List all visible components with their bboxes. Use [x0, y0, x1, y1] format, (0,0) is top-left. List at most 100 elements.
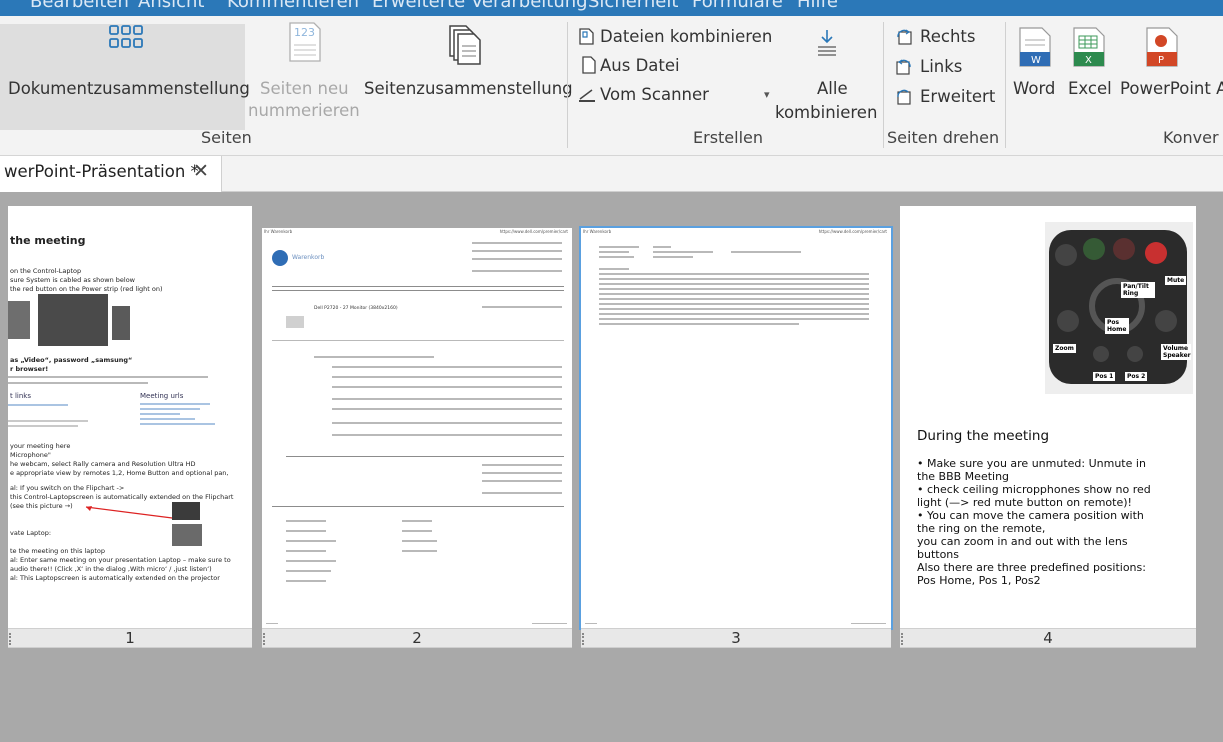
- remote-label-poshome: Pos Home: [1105, 318, 1129, 334]
- page-thumbnail-4[interactable]: Mute Pan/Tilt Ring Pos Home Zoom Volume …: [900, 206, 1196, 628]
- page2-line: [332, 434, 562, 436]
- page1-link: [8, 420, 88, 422]
- menu-formulare[interactable]: Formulare: [692, 0, 783, 12]
- menu-kommentieren[interactable]: Kommentieren: [227, 0, 359, 12]
- page1-text-line: as „Video“, password „samsung“: [10, 356, 133, 364]
- convert-powerpoint-button[interactable]: PowerPoint A: [1120, 78, 1223, 100]
- combine-files-icon: [579, 28, 594, 45]
- page2-rule: [272, 290, 564, 291]
- seiten-neu-nummerieren-label-2[interactable]: nummerieren: [248, 100, 360, 122]
- page-number-bar-2[interactable]: 2: [262, 628, 572, 648]
- rotate-erweitert-button[interactable]: Erweitert: [920, 86, 995, 108]
- page1-text-line: vate Laptop:: [10, 529, 52, 537]
- page1-text-line: sure System is cabled as shown below: [10, 276, 135, 284]
- menu-ansicht[interactable]: Ansicht: [138, 0, 204, 12]
- page1-link: [8, 404, 68, 406]
- page2-line: [332, 398, 562, 400]
- page3-header-left: Ihr Warenkorb: [583, 229, 612, 234]
- page1-link: [140, 403, 210, 405]
- page2-line: [286, 550, 326, 552]
- page1-link: [8, 425, 78, 427]
- page-thumbnail-2[interactable]: Ihr Warenkorb https://www.dell.com/premi…: [262, 228, 572, 628]
- page2-line: [482, 464, 562, 466]
- page2-line: [482, 306, 562, 308]
- menu-sicherheit[interactable]: Sicherheit: [588, 0, 678, 12]
- page2-line: [482, 492, 562, 494]
- page2-brand: Warenkorb: [292, 254, 325, 261]
- menu-erweiterte-verarbeitung[interactable]: Erweiterte Verarbeitung: [372, 0, 588, 12]
- seiten-neu-nummerieren-label-1[interactable]: Seiten neu: [260, 78, 349, 100]
- page2-line: [472, 258, 562, 260]
- page4-bullet-line: Also there are three predefined position…: [917, 561, 1146, 574]
- page2-rule: [286, 456, 564, 457]
- remote-label-zoom: Zoom: [1053, 344, 1076, 353]
- page3-line: [599, 323, 799, 325]
- convert-word-button[interactable]: Word: [1013, 78, 1055, 100]
- file-icon: [582, 56, 596, 74]
- excel-icon: X: [1073, 27, 1105, 67]
- remote-label-volume: Volume Speaker: [1161, 344, 1191, 360]
- page4-bullet-line: the ring on the remote,: [917, 522, 1046, 535]
- rotate-rechts-button[interactable]: Rechts: [920, 26, 975, 48]
- pos2-button-icon: [1127, 346, 1143, 362]
- ppt-letter: P: [1158, 55, 1164, 66]
- rotate-advanced-icon: [897, 89, 911, 105]
- page-number-bar-1[interactable]: 1: [8, 628, 252, 648]
- powerpoint-icon: P: [1146, 27, 1178, 67]
- page2-item: Dell P2720 - 27 Monitor (3840x2160): [314, 306, 398, 311]
- page1-text-line: te the meeting on this laptop: [10, 547, 105, 555]
- group-label-seiten-drehen: Seiten drehen: [887, 128, 1000, 147]
- vom-scanner-button[interactable]: Vom Scanner: [600, 84, 709, 106]
- vom-scanner-dropdown-icon[interactable]: ▾: [764, 88, 770, 101]
- page1-text-line: r browser!: [10, 365, 49, 373]
- menu-bearbeiten[interactable]: Bearbeiten: [30, 0, 129, 12]
- page2-line: [286, 520, 326, 522]
- alle-kombinieren-label-2[interactable]: kombinieren: [775, 102, 877, 124]
- page2-header-right: https://www.dell.com/premier/cart: [499, 229, 568, 234]
- seitenzusammenstellung-label[interactable]: Seitenzusammenstellung: [364, 78, 573, 100]
- page2-rule: [272, 286, 564, 287]
- document-tab[interactable]: werPoint-Präsentation * ✕: [0, 156, 222, 192]
- page-number-bar-4[interactable]: 4: [900, 628, 1196, 648]
- ribbon: Dokumentzusammenstellung 123 Seiten neu …: [0, 16, 1223, 156]
- page3-line: [599, 251, 629, 253]
- page4-bullet-line: • check ceiling micropphones show no red: [917, 483, 1151, 496]
- page2-footer: [532, 623, 567, 624]
- page-number-bar-3[interactable]: 3: [581, 628, 891, 648]
- page-number: 1: [125, 629, 135, 647]
- page1-text-line: Meeting urls: [140, 392, 184, 400]
- page-thumbnail-3[interactable]: Ihr Warenkorb https://www.dell.com/premi…: [579, 226, 893, 630]
- page1-arrow: [85, 506, 181, 520]
- page2-product-image: [286, 316, 304, 328]
- page2-line: [402, 550, 437, 552]
- page-thumbnails-area[interactable]: the meeting on the Control-Laptop sure S…: [0, 192, 1223, 742]
- rotate-links-button[interactable]: Links: [920, 56, 962, 78]
- page1-photo: [8, 301, 30, 339]
- ribbon-separator: [1005, 22, 1006, 148]
- page2-line: [482, 472, 562, 474]
- page3-footer: [585, 623, 597, 624]
- page3-line: [653, 246, 671, 248]
- page2-line: [482, 480, 562, 482]
- convert-excel-button[interactable]: Excel: [1068, 78, 1112, 100]
- zoom-out-button-icon: [1057, 310, 1079, 332]
- alle-kombinieren-label-1[interactable]: Alle: [817, 78, 848, 100]
- page1-text-line: t links: [10, 392, 31, 400]
- ribbon-separator: [883, 22, 884, 148]
- pos1-button-icon: [1093, 346, 1109, 362]
- close-icon[interactable]: ✕: [193, 160, 209, 182]
- page-number: 4: [1043, 629, 1053, 647]
- page4-bullet-line: • Make sure you are unmuted: Unmute in: [917, 457, 1146, 470]
- page-thumbnail-1[interactable]: the meeting on the Control-Laptop sure S…: [8, 206, 252, 628]
- bluetooth-button-icon: [1055, 244, 1077, 266]
- aus-datei-button[interactable]: Aus Datei: [600, 55, 680, 77]
- group-label-konvertieren: Konver: [1163, 128, 1219, 147]
- page1-text-line: audio there!! (Click ‚X‘ in the dialog ‚…: [10, 565, 212, 573]
- scanner-icon: [579, 89, 595, 102]
- word-letter: W: [1031, 55, 1041, 66]
- page-number: 3: [731, 629, 741, 647]
- menu-bar: Bearbeiten Ansicht Kommentieren Erweiter…: [0, 0, 1223, 16]
- menu-hilfe[interactable]: Hilfe: [797, 0, 838, 12]
- page2-line: [314, 356, 434, 358]
- dateien-kombinieren-button[interactable]: Dateien kombinieren: [600, 26, 772, 48]
